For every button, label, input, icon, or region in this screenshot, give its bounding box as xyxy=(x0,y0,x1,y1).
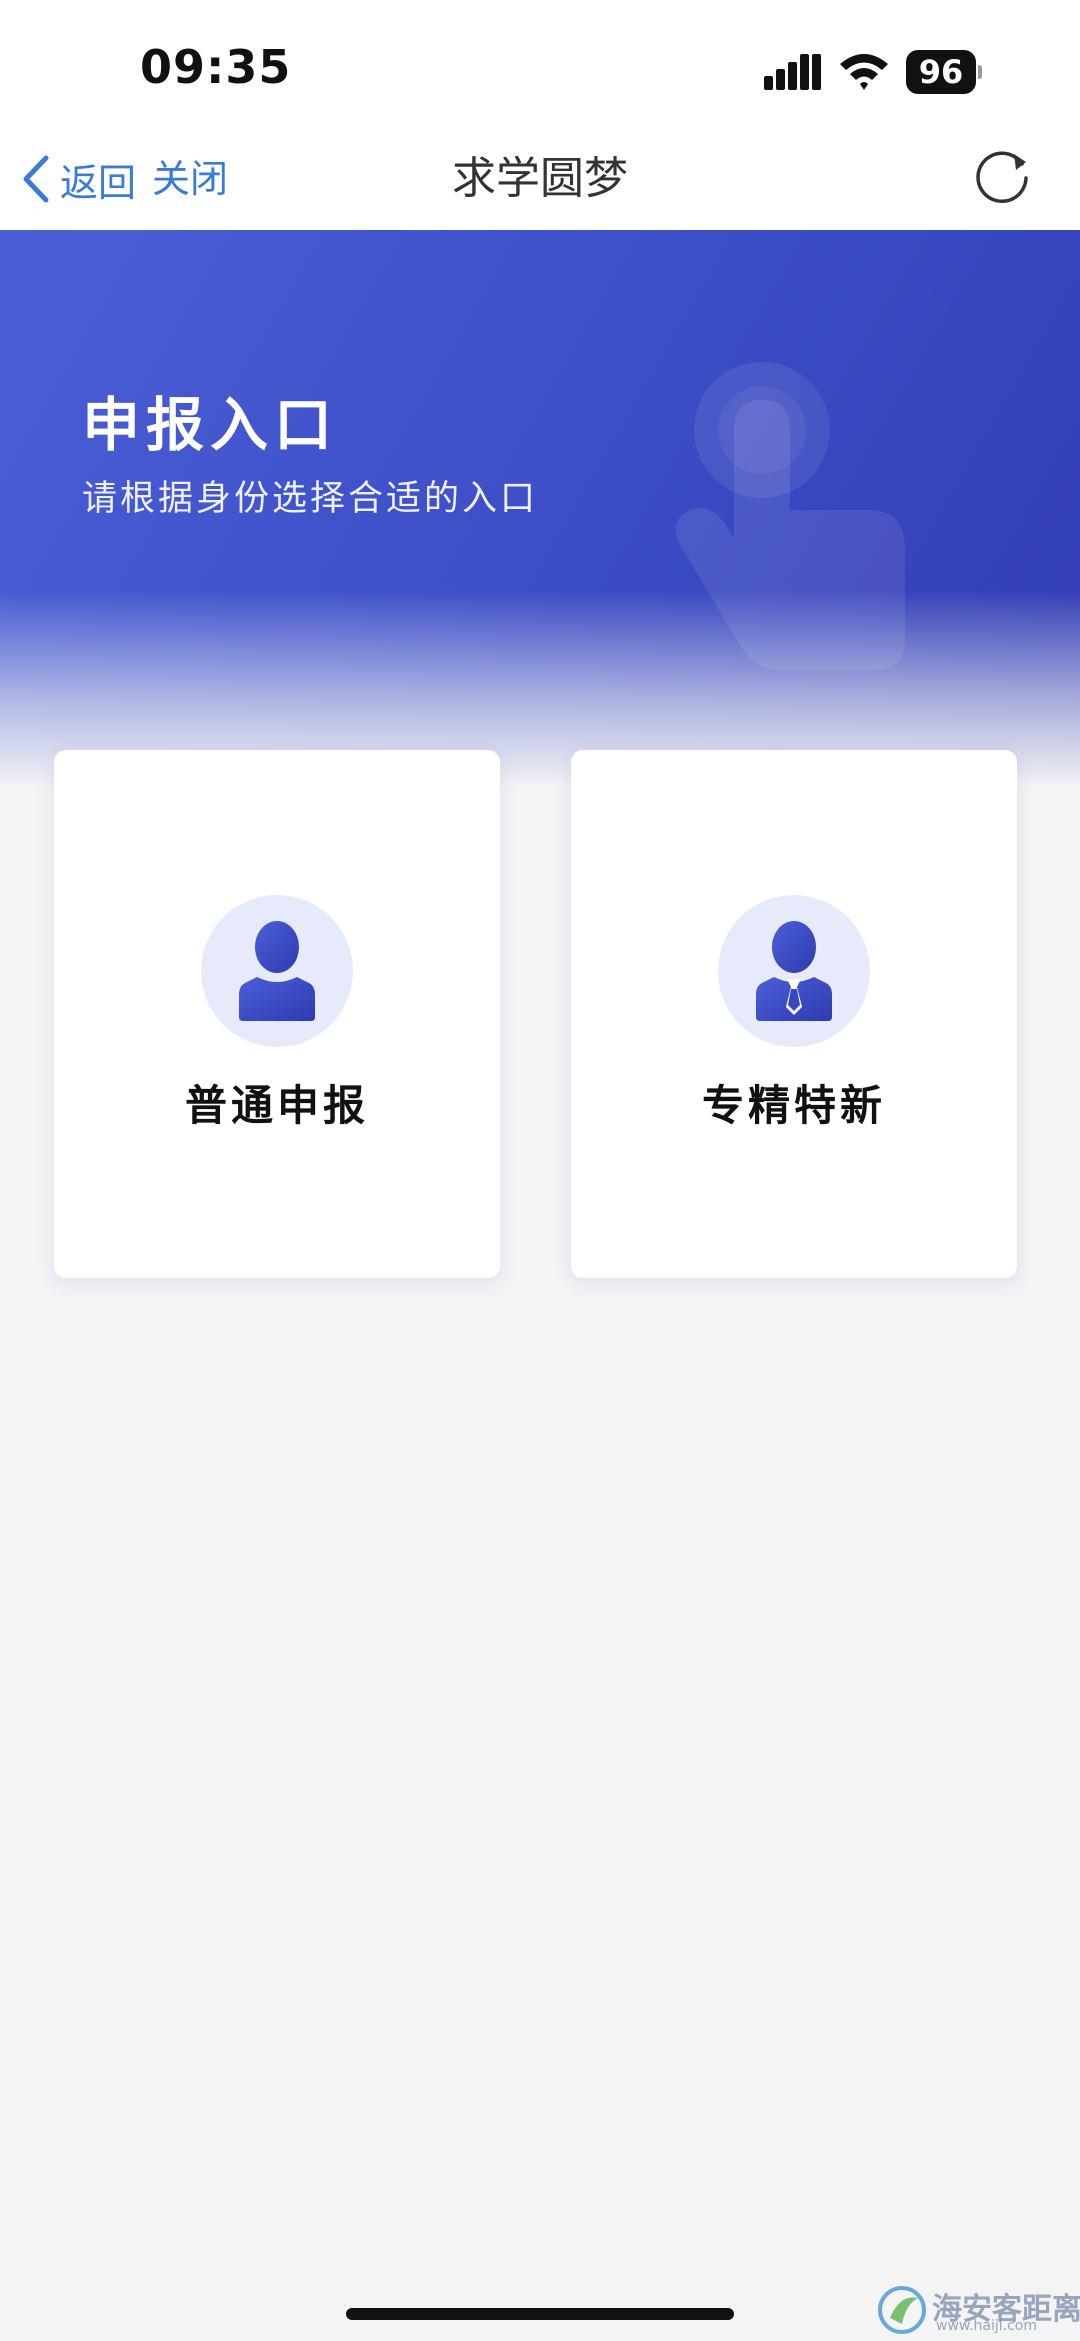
battery-cap xyxy=(978,65,982,79)
nav-bar: 返回 关闭 求学圆梦 xyxy=(0,130,1080,230)
home-indicator[interactable] xyxy=(346,2308,734,2320)
card-specialized-apply[interactable]: 专精特新 xyxy=(571,750,1017,1278)
person-tie-icon xyxy=(756,921,832,1021)
watermark: 海安客距离 www.haiji.com xyxy=(876,2282,1080,2338)
close-button[interactable]: 关闭 xyxy=(152,144,228,214)
hero-subtitle: 请根据身份选择合适的入口 xyxy=(82,479,539,519)
battery-level: 96 xyxy=(918,53,964,91)
signal-icon xyxy=(764,54,821,90)
wifi-icon xyxy=(840,54,888,90)
card-label: 专精特新 xyxy=(701,1081,886,1130)
battery-icon: 96 xyxy=(906,50,982,94)
card-label: 普通申报 xyxy=(184,1081,369,1130)
back-label: 返回 xyxy=(60,160,137,205)
watermark-logo-icon xyxy=(878,2286,926,2334)
avatar-circle xyxy=(201,895,353,1047)
hero-title: 申报入口 xyxy=(82,391,339,459)
refresh-icon[interactable] xyxy=(970,144,1034,208)
avatar-circle xyxy=(718,895,870,1047)
page-title: 求学圆梦 xyxy=(452,153,628,204)
watermark-sub: www.haiji.com xyxy=(936,2318,1037,2334)
back-button[interactable]: 返回 xyxy=(18,144,136,214)
card-normal-apply[interactable]: 普通申报 xyxy=(54,750,500,1278)
status-time: 09:35 xyxy=(140,40,292,94)
person-icon xyxy=(239,921,315,1021)
chevron-left-icon xyxy=(23,155,49,203)
status-bar: 09:35 96 xyxy=(0,0,1080,130)
page: 09:35 96 返回 关闭 求学圆梦 申报入口 请根据身份选择合适的入口 普通… xyxy=(0,0,1080,2341)
